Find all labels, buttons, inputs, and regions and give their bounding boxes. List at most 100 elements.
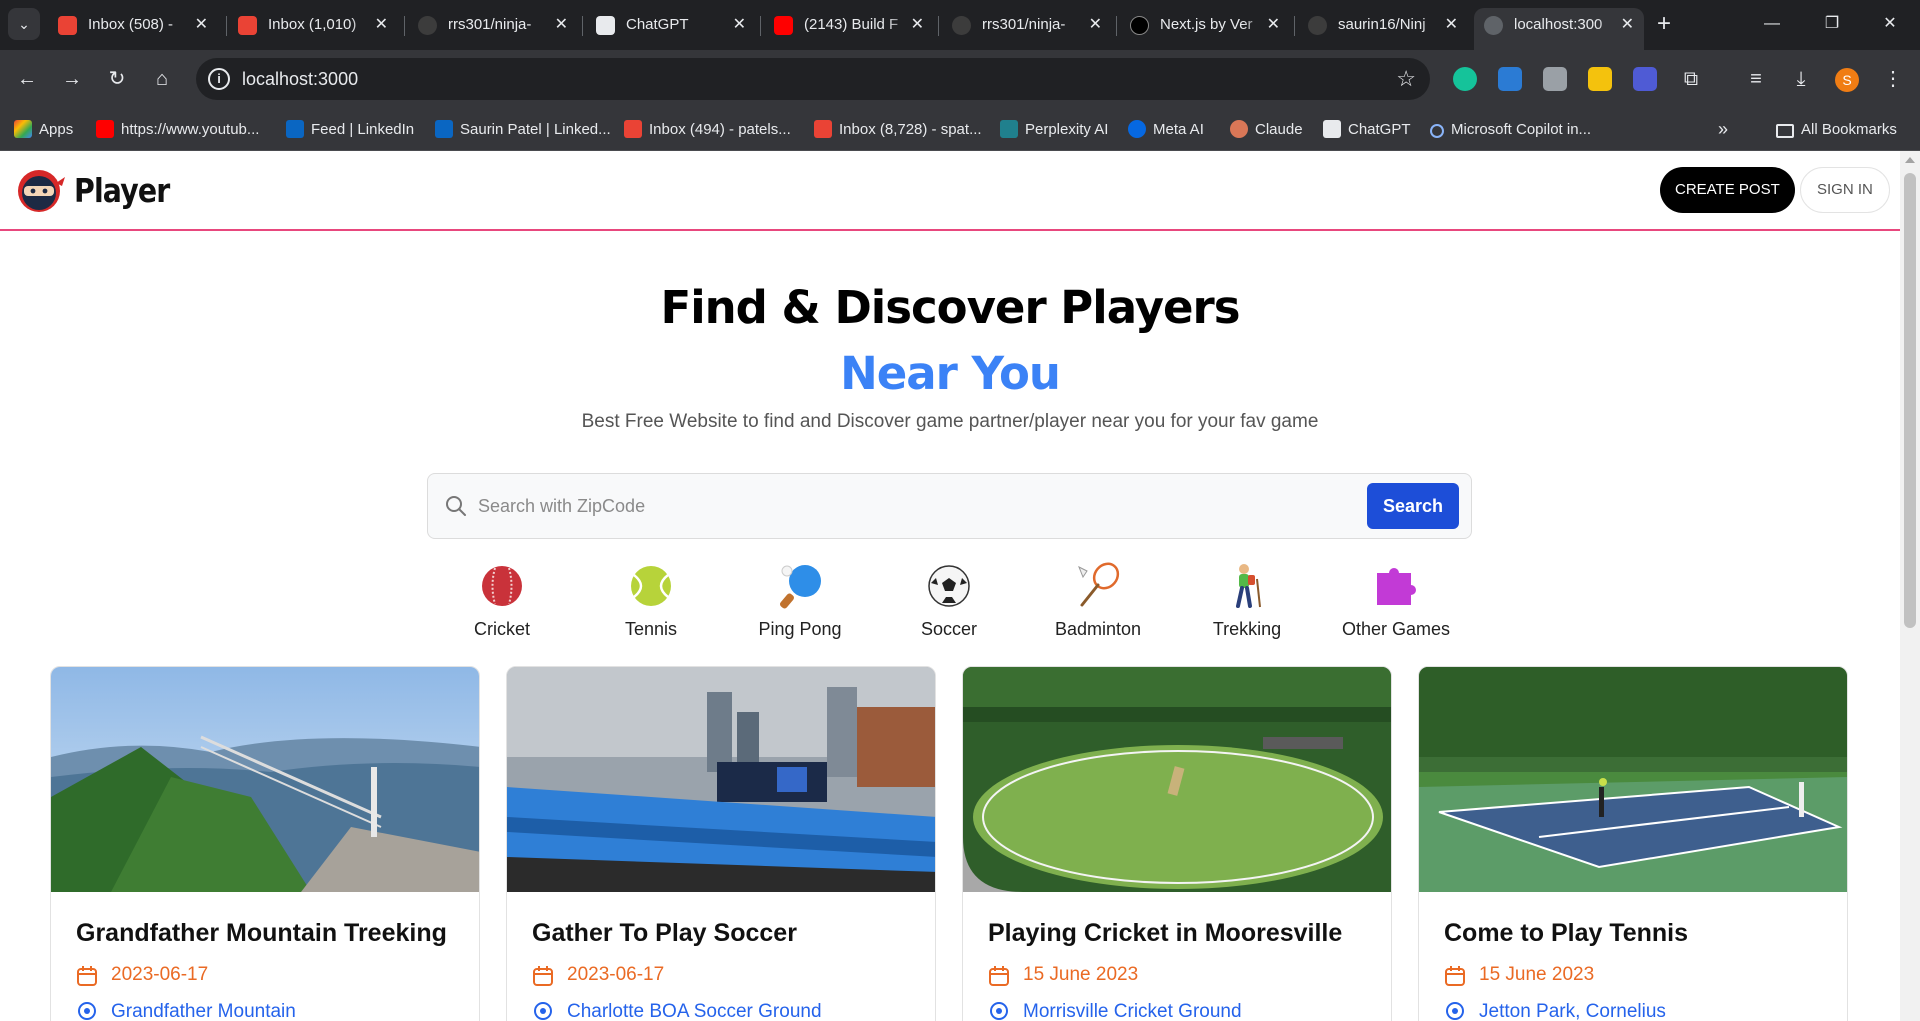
new-tab-button[interactable]: + <box>1650 8 1678 42</box>
bookmark-chatgpt[interactable]: ChatGPT <box>1323 108 1411 151</box>
post-date: 15 June 2023 <box>1479 964 1595 985</box>
bookmark-linkedin-feed[interactable]: Feed | LinkedIn <box>286 108 414 151</box>
bookmark-label: Microsoft Copilot in... <box>1451 121 1592 138</box>
bookmark-linkedin-profile[interactable]: Saurin Patel | Linked... <box>435 108 611 151</box>
post-image-cricket-ground <box>963 667 1391 892</box>
address-bar[interactable]: i localhost:3000 ☆ <box>196 58 1430 100</box>
close-icon[interactable]: ✕ <box>195 8 208 42</box>
puzzle-extensions-icon[interactable]: ⧉ <box>1676 62 1706 96</box>
extension-icon[interactable] <box>1543 67 1567 91</box>
gmail-icon <box>238 16 257 35</box>
ninja-logo-icon[interactable] <box>16 167 66 213</box>
bookmark-youtube[interactable]: https://www.youtub... <box>96 108 259 151</box>
back-icon[interactable]: ← <box>10 62 44 96</box>
all-bookmarks[interactable]: All Bookmarks <box>1776 108 1897 151</box>
post-title[interactable]: Grandfather Mountain Treeking <box>76 919 447 948</box>
close-icon[interactable]: ✕ <box>1445 8 1458 42</box>
scroll-up-icon[interactable] <box>1905 157 1915 163</box>
grammarly-icon[interactable] <box>1453 67 1477 91</box>
forward-icon[interactable]: → <box>55 62 89 96</box>
chatgpt-icon <box>1323 120 1341 138</box>
bing-icon[interactable] <box>1498 67 1522 91</box>
post-card[interactable]: Grandfather Mountain Treeking 2023-06-17… <box>50 666 480 1021</box>
zipcode-search-input[interactable] <box>478 487 1338 525</box>
bookmark-label: Meta AI <box>1153 121 1204 138</box>
post-card[interactable]: Come to Play Tennis 15 June 2023 Jetton … <box>1418 666 1848 1021</box>
bookmark-claude[interactable]: Claude <box>1230 108 1303 151</box>
menu-kebab-icon[interactable]: ⋮ <box>1878 62 1908 96</box>
category-ping-pong[interactable]: Ping Pong <box>735 561 865 641</box>
gmail-icon <box>814 120 832 138</box>
tab-github-1[interactable]: rrs301/ninja- ✕ <box>408 8 578 42</box>
github-icon <box>1308 16 1327 35</box>
site-info-icon[interactable]: i <box>208 68 230 90</box>
tab-gmail-1[interactable]: Inbox (508) - ✕ <box>48 8 218 42</box>
tab-chatgpt[interactable]: ChatGPT ✕ <box>586 8 756 42</box>
bookmark-gmail-1[interactable]: Inbox (494) - patels... <box>624 108 791 151</box>
post-title[interactable]: Come to Play Tennis <box>1444 919 1688 948</box>
tab-github-2[interactable]: rrs301/ninja- ✕ <box>942 8 1112 42</box>
tab-nextjs[interactable]: Next.js by Ver ✕ <box>1120 8 1290 42</box>
close-icon[interactable]: ✕ <box>555 8 568 42</box>
bookmark-meta-ai[interactable]: Meta AI <box>1128 108 1204 151</box>
post-location: Charlotte BOA Soccer Ground <box>567 1001 822 1021</box>
gmail-icon <box>58 16 77 35</box>
post-card[interactable]: Gather To Play Soccer 2023-06-17 Charlot… <box>506 666 936 1021</box>
tab-title: Inbox (508) - <box>88 16 174 33</box>
address-url[interactable]: localhost:3000 <box>242 58 358 100</box>
post-title[interactable]: Gather To Play Soccer <box>532 919 797 948</box>
calendar-icon <box>77 966 97 986</box>
category-soccer[interactable]: Soccer <box>884 561 1014 641</box>
sign-in-button[interactable]: SIGN IN <box>1800 167 1890 213</box>
restore-icon[interactable]: ❐ <box>1802 0 1862 48</box>
create-post-button[interactable]: CREATE POST <box>1660 167 1795 213</box>
home-icon[interactable]: ⌂ <box>145 62 179 96</box>
media-controls-icon[interactable]: ≡ <box>1741 62 1771 96</box>
extension-icon[interactable] <box>1633 67 1657 91</box>
bookmark-apps[interactable]: Apps <box>14 108 73 151</box>
extension-icon[interactable] <box>1588 67 1612 91</box>
category-tennis[interactable]: Tennis <box>586 561 716 641</box>
bookmark-gmail-2[interactable]: Inbox (8,728) - spat... <box>814 108 982 151</box>
category-badminton[interactable]: Badminton <box>1033 561 1163 641</box>
category-trekking[interactable]: Trekking <box>1182 561 1312 641</box>
badminton-icon <box>1078 562 1120 607</box>
tab-youtube[interactable]: (2143) Build F ✕ <box>764 8 934 42</box>
tab-title: saurin16/Ninj <box>1338 16 1426 33</box>
tab-separator <box>404 16 405 36</box>
close-icon[interactable]: ✕ <box>1267 8 1280 42</box>
profile-avatar[interactable]: S <box>1835 68 1859 92</box>
tab-github-3[interactable]: saurin16/Ninj ✕ <box>1298 8 1468 42</box>
download-icon[interactable]: ⤓ <box>1786 62 1816 96</box>
post-card[interactable]: Playing Cricket in Mooresville 15 June 2… <box>962 666 1392 1021</box>
browser-chrome: ⌄ Inbox (508) - ✕ Inbox (1,010) ✕ rrs301… <box>0 0 1920 151</box>
close-icon[interactable]: ✕ <box>375 8 388 42</box>
search-button[interactable]: Search <box>1367 483 1459 529</box>
category-cricket[interactable]: Cricket <box>437 561 567 641</box>
tab-localhost[interactable]: localhost:300 ✕ <box>1474 8 1644 50</box>
scrollbar-thumb[interactable] <box>1904 173 1916 628</box>
bookmarks-overflow-icon[interactable]: » <box>1718 108 1728 151</box>
bookmark-perplexity[interactable]: Perplexity AI <box>1000 108 1108 151</box>
close-icon[interactable]: ✕ <box>1089 8 1102 42</box>
category-other-games[interactable]: Other Games <box>1331 561 1461 641</box>
close-icon[interactable]: ✕ <box>733 8 746 42</box>
window-close-icon[interactable]: ✕ <box>1860 0 1920 48</box>
bookmark-copilot[interactable]: Microsoft Copilot in... <box>1430 108 1591 151</box>
github-icon <box>952 16 971 35</box>
apps-grid-icon <box>14 120 32 138</box>
close-icon[interactable]: ✕ <box>1621 8 1634 42</box>
post-title[interactable]: Playing Cricket in Mooresville <box>988 919 1342 948</box>
close-icon[interactable]: ✕ <box>911 8 924 42</box>
bookmark-label: ChatGPT <box>1348 121 1411 138</box>
bookmark-label: https://www.youtub... <box>121 121 260 138</box>
brand-name[interactable]: Player <box>74 171 170 210</box>
page-scrollbar[interactable] <box>1900 151 1920 1021</box>
tab-gmail-2[interactable]: Inbox (1,010) ✕ <box>228 8 398 42</box>
tab-search-button[interactable]: ⌄ <box>8 8 40 40</box>
cricket-ball-icon <box>482 566 522 606</box>
minimize-icon[interactable]: — <box>1742 0 1802 48</box>
reload-icon[interactable]: ↻ <box>100 62 134 96</box>
bookmark-star-icon[interactable]: ☆ <box>1396 58 1416 100</box>
trekking-icon <box>1236 564 1261 608</box>
